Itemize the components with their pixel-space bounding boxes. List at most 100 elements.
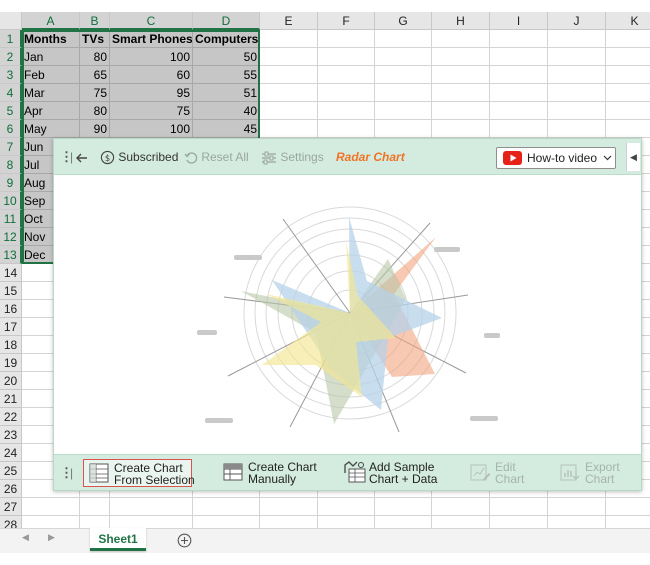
- empty-cell[interactable]: [318, 516, 375, 528]
- value-cell[interactable]: 90: [80, 120, 110, 138]
- empty-cell[interactable]: [260, 102, 318, 120]
- empty-cell[interactable]: [490, 102, 548, 120]
- empty-cell[interactable]: [606, 84, 650, 102]
- add-sheet-icon[interactable]: [177, 533, 192, 548]
- empty-cell[interactable]: [22, 516, 80, 528]
- row-header-11[interactable]: 11: [0, 210, 22, 228]
- scroll-tabs-left-icon[interactable]: ◀: [22, 532, 29, 543]
- row-header-9[interactable]: 9: [0, 174, 22, 192]
- empty-cell[interactable]: [80, 516, 110, 528]
- empty-cell[interactable]: [548, 498, 606, 516]
- empty-cell[interactable]: [80, 498, 110, 516]
- empty-cell[interactable]: [22, 498, 80, 516]
- empty-cell[interactable]: [606, 516, 650, 528]
- row-header-8[interactable]: 8: [0, 156, 22, 174]
- empty-cell[interactable]: [548, 30, 606, 48]
- edit-chart-button[interactable]: Edit Chart: [465, 459, 531, 487]
- column-header-h[interactable]: H: [432, 12, 490, 30]
- reset-all-button[interactable]: Reset All: [184, 139, 249, 175]
- row-header-23[interactable]: 23: [0, 426, 22, 444]
- scroll-tabs-right-icon[interactable]: ▶: [48, 532, 55, 543]
- sheet-tab-sheet1[interactable]: Sheet1: [90, 528, 146, 551]
- settings-button[interactable]: Settings: [261, 139, 324, 175]
- empty-cell[interactable]: [375, 30, 432, 48]
- header-cell[interactable]: Smart Phones: [110, 30, 193, 48]
- empty-cell[interactable]: [490, 66, 548, 84]
- empty-cell[interactable]: [548, 120, 606, 138]
- empty-cell[interactable]: [260, 66, 318, 84]
- value-cell[interactable]: 50: [193, 48, 260, 66]
- empty-cell[interactable]: [375, 498, 432, 516]
- header-cell[interactable]: Months: [22, 30, 80, 48]
- column-header-k[interactable]: K: [606, 12, 650, 30]
- how-to-video-button[interactable]: How-to video: [496, 147, 616, 169]
- empty-cell[interactable]: [318, 66, 375, 84]
- month-cell[interactable]: Apr: [22, 102, 80, 120]
- empty-cell[interactable]: [548, 66, 606, 84]
- empty-cell[interactable]: [548, 48, 606, 66]
- empty-cell[interactable]: [260, 516, 318, 528]
- empty-cell[interactable]: [606, 498, 650, 516]
- empty-cell[interactable]: [260, 498, 318, 516]
- empty-cell[interactable]: [375, 102, 432, 120]
- empty-cell[interactable]: [375, 66, 432, 84]
- column-header-e[interactable]: E: [260, 12, 318, 30]
- month-cell[interactable]: May: [22, 120, 80, 138]
- empty-cell[interactable]: [548, 516, 606, 528]
- empty-cell[interactable]: [375, 48, 432, 66]
- month-cell[interactable]: Feb: [22, 66, 80, 84]
- empty-cell[interactable]: [260, 48, 318, 66]
- empty-cell[interactable]: [318, 102, 375, 120]
- empty-cell[interactable]: [110, 516, 193, 528]
- row-header-20[interactable]: 20: [0, 372, 22, 390]
- row-header-1[interactable]: 1: [0, 30, 22, 48]
- empty-cell[interactable]: [432, 66, 490, 84]
- empty-cell[interactable]: [490, 84, 548, 102]
- empty-cell[interactable]: [606, 102, 650, 120]
- value-cell[interactable]: 40: [193, 102, 260, 120]
- value-cell[interactable]: 55: [193, 66, 260, 84]
- row-header-21[interactable]: 21: [0, 390, 22, 408]
- empty-cell[interactable]: [110, 498, 193, 516]
- value-cell[interactable]: 100: [110, 48, 193, 66]
- create-chart-from-selection-button[interactable]: Create Chart From Selection: [83, 459, 195, 487]
- empty-cell[interactable]: [375, 516, 432, 528]
- empty-cell[interactable]: [606, 30, 650, 48]
- header-cell[interactable]: Computers: [193, 30, 260, 48]
- row-header-14[interactable]: 14: [0, 264, 22, 282]
- empty-cell[interactable]: [432, 30, 490, 48]
- export-chart-button[interactable]: Export Chart: [555, 459, 627, 487]
- empty-cell[interactable]: [193, 516, 260, 528]
- row-header-4[interactable]: 4: [0, 84, 22, 102]
- empty-cell[interactable]: [260, 84, 318, 102]
- month-cell[interactable]: Jan: [22, 48, 80, 66]
- column-header-d[interactable]: D: [193, 12, 260, 30]
- row-header-24[interactable]: 24: [0, 444, 22, 462]
- row-header-15[interactable]: 15: [0, 282, 22, 300]
- empty-cell[interactable]: [490, 120, 548, 138]
- empty-cell[interactable]: [432, 48, 490, 66]
- row-header-16[interactable]: 16: [0, 300, 22, 318]
- column-header-j[interactable]: J: [548, 12, 606, 30]
- add-sample-chart-data-button[interactable]: Add Sample Chart + Data: [339, 459, 439, 487]
- empty-cell[interactable]: [318, 120, 375, 138]
- empty-cell[interactable]: [606, 120, 650, 138]
- row-header-2[interactable]: 2: [0, 48, 22, 66]
- empty-cell[interactable]: [606, 48, 650, 66]
- create-chart-manually-button[interactable]: Create Chart Manually: [218, 459, 320, 487]
- empty-cell[interactable]: [260, 30, 318, 48]
- row-header-26[interactable]: 26: [0, 480, 22, 498]
- row-header-3[interactable]: 3: [0, 66, 22, 84]
- empty-cell[interactable]: [318, 48, 375, 66]
- empty-cell[interactable]: [432, 498, 490, 516]
- empty-cell[interactable]: [432, 120, 490, 138]
- row-header-7[interactable]: 7: [0, 138, 22, 156]
- column-header-i[interactable]: I: [490, 12, 548, 30]
- value-cell[interactable]: 65: [80, 66, 110, 84]
- column-header-c[interactable]: C: [110, 12, 193, 30]
- empty-cell[interactable]: [193, 498, 260, 516]
- row-header-5[interactable]: 5: [0, 102, 22, 120]
- empty-cell[interactable]: [548, 102, 606, 120]
- subscribed-button[interactable]: $ Subscribed: [100, 139, 178, 175]
- empty-cell[interactable]: [432, 84, 490, 102]
